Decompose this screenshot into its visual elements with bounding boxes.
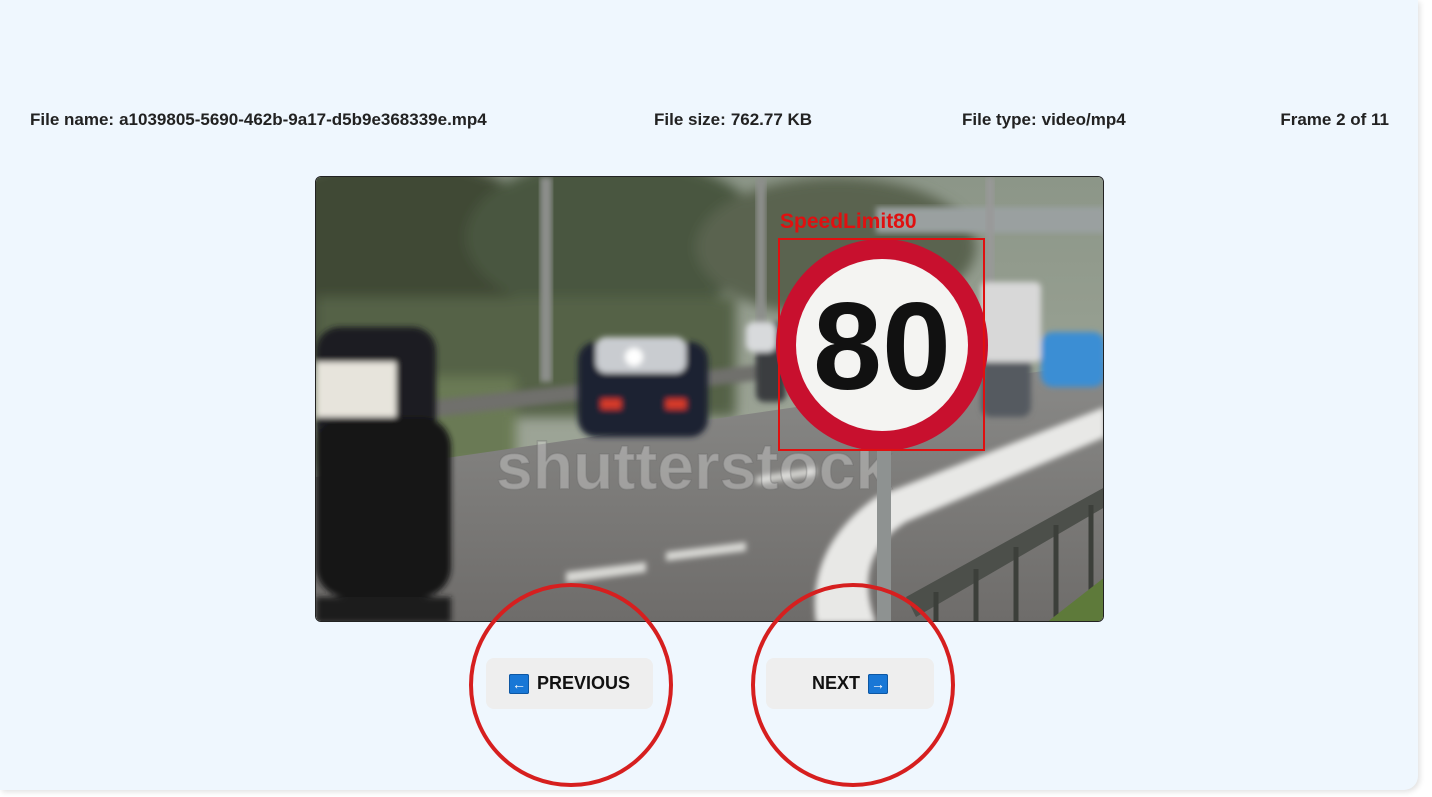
video-frame-image: shutterstock 80 SpeedLimit80: [316, 177, 1103, 621]
next-button[interactable]: NEXT →: [766, 658, 934, 709]
previous-button-label: PREVIOUS: [536, 673, 631, 693]
watermark-text: shutterstock: [496, 429, 892, 503]
file-name-value: a1039805-5690-462b-9a17-d5b9e368339e.mp4: [119, 110, 487, 129]
file-type-label: File type:: [962, 110, 1037, 129]
file-size-label: File size:: [654, 110, 726, 129]
file-size-value: 762.77 KB: [730, 110, 813, 129]
file-type-value: video/mp4: [1041, 110, 1126, 129]
file-type-info: File type: video/mp4: [962, 110, 1126, 130]
detection-label: SpeedLimit80: [780, 210, 917, 233]
video-frame: shutterstock 80 SpeedLimit80: [315, 176, 1104, 622]
file-name-label: File name:: [30, 110, 115, 129]
file-name-info: File name: a1039805-5690-462b-9a17-d5b9e3…: [30, 110, 487, 130]
frame-counter: Frame 2 of 11: [1280, 110, 1389, 129]
sign-number: 80: [813, 278, 951, 416]
right-arrow-icon: →: [868, 673, 888, 694]
next-button-label: NEXT: [811, 673, 860, 693]
file-size-info: File size: 762.77 KB: [654, 110, 812, 130]
previous-button[interactable]: ← PREVIOUS: [486, 658, 653, 709]
viewer-panel: File name: a1039805-5690-462b-9a17-d5b9e3…: [0, 0, 1418, 790]
left-arrow-icon: ←: [508, 673, 529, 694]
